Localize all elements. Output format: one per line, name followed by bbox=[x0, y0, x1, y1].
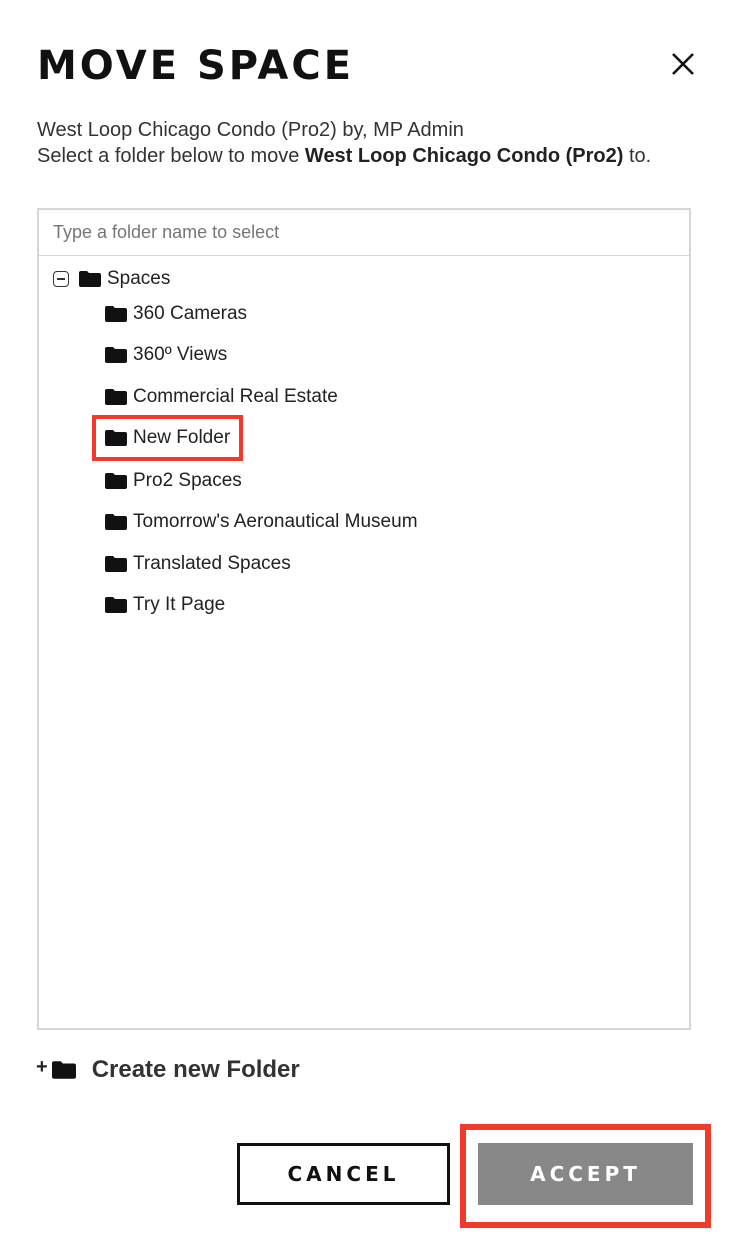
folder-item-label: Try It Page bbox=[133, 594, 226, 615]
folder-item-label: New Folder bbox=[133, 427, 231, 448]
accept-button[interactable]: ACCEPT bbox=[478, 1143, 693, 1205]
folder-item-label: 360º Views bbox=[133, 344, 228, 365]
folder-item-label: Pro2 Spaces bbox=[133, 470, 242, 491]
plus-icon: + bbox=[36, 1055, 48, 1078]
folder-icon bbox=[105, 556, 127, 572]
cancel-button[interactable]: CANCEL bbox=[237, 1143, 450, 1205]
folder-item[interactable]: Try It Page bbox=[101, 591, 229, 619]
folder-icon bbox=[105, 473, 127, 489]
folder-icon bbox=[105, 389, 127, 405]
create-folder-button[interactable]: + Create new Folder bbox=[36, 1052, 300, 1088]
description-line-1: West Loop Chicago Condo (Pro2) by, MP Ad… bbox=[37, 119, 464, 141]
folder-item[interactable]: New Folder bbox=[91, 415, 244, 461]
folder-search-input[interactable] bbox=[39, 210, 689, 256]
folder-icon bbox=[79, 271, 101, 287]
folder-icon bbox=[105, 514, 127, 530]
tree-root-label: Spaces bbox=[107, 268, 171, 289]
collapse-icon[interactable] bbox=[53, 271, 69, 287]
folder-item[interactable]: Tomorrow's Aeronautical Museum bbox=[101, 508, 422, 536]
description-line-2: Select a folder below to move West Loop … bbox=[37, 143, 697, 169]
folder-icon bbox=[105, 306, 127, 322]
folder-item-label: Commercial Real Estate bbox=[133, 386, 338, 407]
folder-item[interactable]: Translated Spaces bbox=[101, 550, 295, 578]
folder-item-label: Tomorrow's Aeronautical Museum bbox=[133, 511, 418, 532]
folder-item[interactable]: Commercial Real Estate bbox=[101, 383, 342, 411]
folder-item-label: Translated Spaces bbox=[133, 553, 291, 574]
folder-icon bbox=[105, 597, 127, 613]
folder-item[interactable]: 360º Views bbox=[101, 341, 231, 369]
description-suffix: to. bbox=[623, 145, 652, 167]
space-name: West Loop Chicago Condo (Pro2) bbox=[304, 145, 624, 167]
folder-icon bbox=[51, 1061, 76, 1079]
tree-root-spaces[interactable]: Spaces bbox=[53, 266, 170, 292]
create-folder-label: Create new Folder bbox=[91, 1056, 300, 1083]
folder-item[interactable]: 360 Cameras bbox=[101, 300, 251, 328]
folder-icon bbox=[105, 430, 127, 446]
dialog-description: West Loop Chicago Condo (Pro2) by, MP Ad… bbox=[37, 117, 697, 169]
folder-item[interactable]: Pro2 Spaces bbox=[101, 467, 246, 495]
close-icon bbox=[672, 53, 694, 75]
description-prefix: Select a folder below to move bbox=[37, 145, 305, 167]
folder-icon bbox=[105, 347, 127, 363]
dialog-title: MOVE SPACE bbox=[37, 43, 355, 89]
folder-tree-panel: Spaces 360 Cameras 360º Views Commercial R… bbox=[37, 208, 691, 1030]
close-button[interactable] bbox=[665, 46, 701, 82]
folder-item-label: 360 Cameras bbox=[133, 303, 248, 324]
